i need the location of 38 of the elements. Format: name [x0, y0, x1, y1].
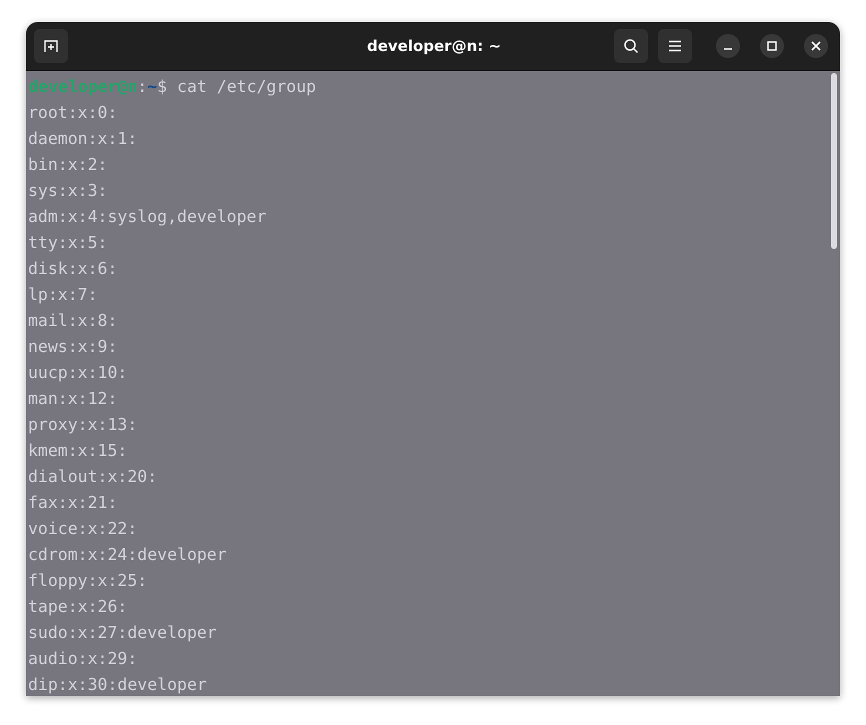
menu-button[interactable] — [658, 29, 692, 63]
minimize-icon — [724, 48, 732, 50]
close-button[interactable] — [804, 34, 828, 58]
maximize-icon — [767, 41, 777, 51]
output-line: dialout:x:20: — [28, 466, 158, 488]
output-line: sys:x:3: — [28, 180, 108, 202]
output-line: adm:x:4:syslog,developer — [28, 206, 268, 228]
new-tab-icon — [43, 38, 59, 54]
maximize-button[interactable] — [760, 34, 784, 58]
window-title: developer@n: ~ — [366, 37, 502, 55]
output-line: mail:x:8: — [28, 310, 118, 332]
new-tab-button[interactable] — [34, 29, 68, 63]
search-button[interactable] — [614, 29, 648, 63]
output-line: kmem:x:15: — [28, 440, 128, 462]
command-prompt-line: developer@n:~$ cat /etc/group — [28, 76, 318, 98]
output-line: cdrom:x:24:developer — [28, 544, 228, 566]
output-line: lp:x:7: — [28, 284, 99, 306]
minimize-button[interactable] — [716, 34, 740, 58]
output-line: proxy:x:13: — [28, 414, 138, 436]
menu-icon — [668, 40, 682, 52]
close-icon — [811, 41, 821, 51]
output-line: tape:x:26: — [28, 596, 128, 618]
output-line: voice:x:22: — [28, 518, 138, 540]
output-line: audio:x:29: — [28, 648, 138, 670]
output-line: floppy:x:25: — [28, 570, 148, 592]
output-line: news:x:9: — [28, 336, 118, 358]
output-line: sudo:x:27:developer — [28, 622, 218, 644]
output-line: dip:x:30:developer — [28, 674, 208, 696]
output-line: fax:x:21: — [28, 492, 118, 514]
output-line: uucp:x:10: — [28, 362, 128, 384]
output-line: man:x:12: — [28, 388, 118, 410]
output-line: disk:x:6: — [28, 258, 118, 280]
output-line: daemon:x:1: — [28, 128, 138, 150]
output-line: tty:x:5: — [28, 232, 108, 254]
output-line: root:x:0: — [28, 102, 118, 124]
search-icon — [623, 38, 639, 54]
output-line: bin:x:2: — [28, 154, 108, 176]
scrollbar-thumb[interactable] — [831, 73, 837, 249]
